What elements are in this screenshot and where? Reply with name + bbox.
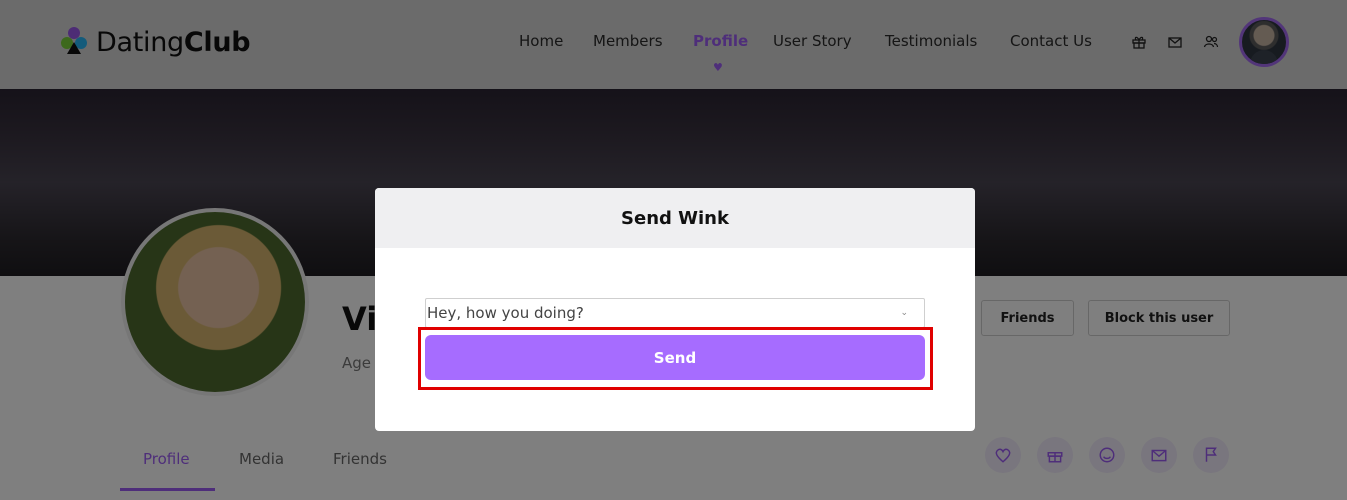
- send-wink-modal: Send Wink Hey, how you doing? ⌄ Send: [375, 188, 975, 431]
- chevron-down-icon: ⌄: [900, 308, 908, 318]
- highlight-box: [418, 327, 933, 390]
- wink-message-value: Hey, how you doing?: [427, 304, 584, 322]
- modal-title: Send Wink: [621, 207, 729, 229]
- wink-message-select[interactable]: Hey, how you doing? ⌄: [425, 298, 925, 328]
- modal-header: Send Wink: [375, 188, 975, 248]
